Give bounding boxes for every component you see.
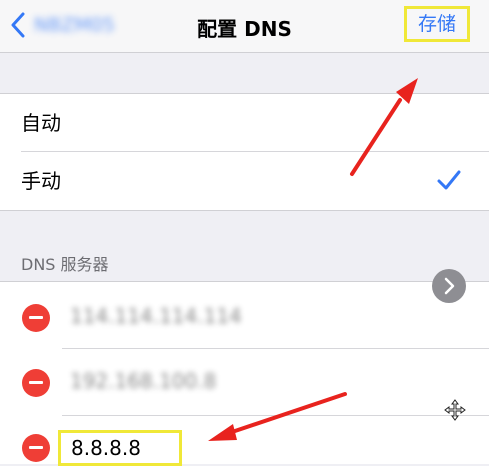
dns-mode-group: 自动 手动 — [0, 93, 489, 211]
checkmark-icon — [437, 170, 461, 190]
move-cursor-icon — [444, 399, 466, 421]
dns-server-input[interactable]: 8.8.8.8 — [58, 430, 182, 466]
row-divider — [62, 348, 489, 349]
minus-circle-icon[interactable] — [22, 369, 50, 397]
mode-option-auto[interactable]: 自动 — [0, 94, 489, 152]
dns-server-entry[interactable]: 192.168.100.8 — [70, 369, 216, 393]
minus-circle-icon[interactable] — [22, 434, 50, 462]
section-gap — [0, 53, 489, 93]
mode-option-manual[interactable]: 手动 — [0, 152, 489, 210]
dns-server-entry[interactable]: 114.114.114.114 — [70, 304, 242, 328]
navigation-bar: NBZM05 配置 DNS 存储 — [0, 0, 489, 53]
mode-option-label: 手动 — [21, 169, 61, 193]
dns-section-header: DNS 服务器 — [21, 255, 109, 274]
minus-circle-icon[interactable] — [22, 304, 50, 332]
row-divider — [62, 415, 489, 416]
save-button[interactable]: 存储 — [404, 6, 470, 42]
mode-option-label: 自动 — [21, 111, 61, 135]
chevron-right-icon[interactable] — [432, 269, 466, 303]
